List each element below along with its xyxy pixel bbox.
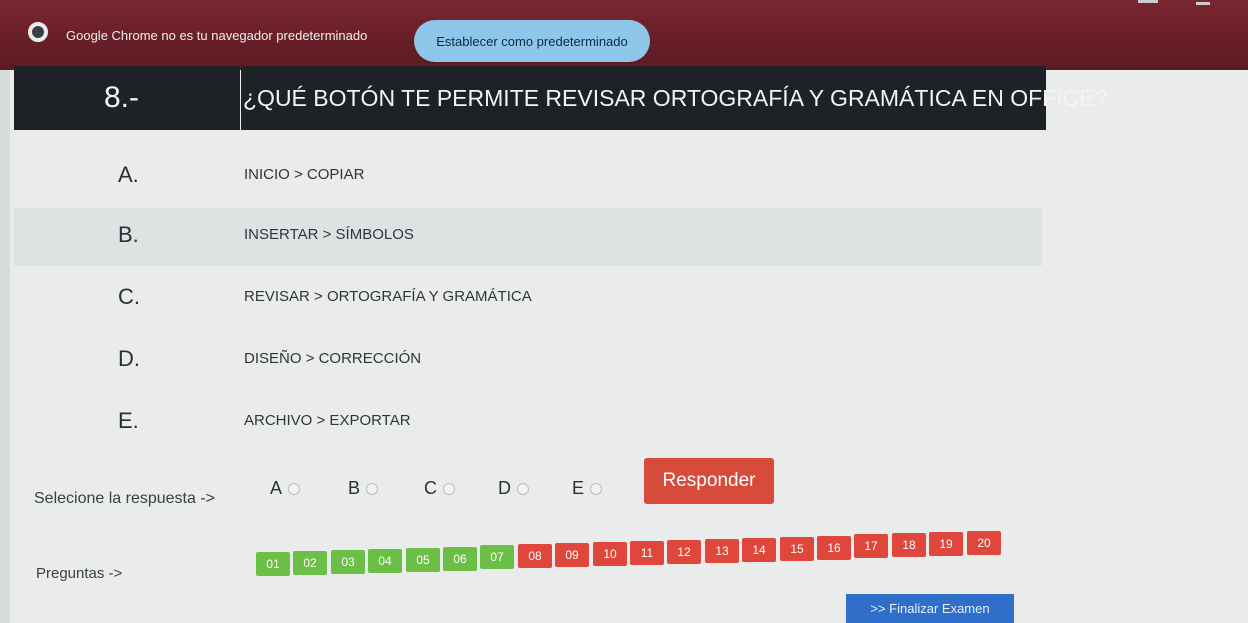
- option-letter: A.: [118, 162, 139, 187]
- answer-choice-c[interactable]: C: [424, 478, 455, 499]
- default-browser-infobar: Google Chrome no es tu navegador predete…: [0, 0, 1248, 70]
- questions-label: Preguntas ->: [36, 565, 123, 582]
- question-nav-03[interactable]: 03: [331, 550, 365, 574]
- question-nav-10[interactable]: 10: [593, 542, 627, 566]
- option-letter: B.: [118, 222, 139, 247]
- set-default-button[interactable]: Establecer como predeterminado: [414, 20, 650, 62]
- question-nav-14[interactable]: 14: [742, 538, 776, 562]
- question-nav-12[interactable]: 12: [667, 540, 701, 564]
- question-nav-19[interactable]: 19: [929, 532, 963, 556]
- question-text: ¿QUÉ BOTÓN TE PERMITE REVISAR ORTOGRAFÍA…: [241, 66, 1107, 130]
- answer-choice-b[interactable]: B: [348, 478, 379, 499]
- radio-icon[interactable]: [443, 482, 455, 495]
- radio-icon[interactable]: [517, 482, 529, 495]
- answer-choice-d[interactable]: D: [498, 478, 529, 499]
- question-nav-11[interactable]: 11: [630, 541, 664, 565]
- radio-icon[interactable]: [366, 482, 379, 495]
- minimize-icon[interactable]: [1138, 0, 1158, 3]
- option-text: ARCHIVO > EXPORTAR: [244, 412, 411, 429]
- infobar-message: Google Chrome no es tu navegador predete…: [66, 28, 368, 43]
- answer-choice-a[interactable]: A: [270, 478, 301, 499]
- choice-letter: E: [572, 478, 585, 498]
- option-b: B. INSERTAR > SÍMBOLOS: [14, 208, 1042, 266]
- question-nav-07[interactable]: 07: [480, 545, 514, 569]
- respond-button[interactable]: Responder: [644, 458, 774, 504]
- finish-exam-button[interactable]: >> Finalizar Examen: [846, 594, 1014, 623]
- option-e: E. ARCHIVO > EXPORTAR: [14, 394, 1042, 452]
- option-a: A. INICIO > COPIAR: [14, 148, 1042, 206]
- option-letter: E.: [118, 408, 139, 433]
- question-number: 8.-: [14, 66, 240, 130]
- question-nav-02[interactable]: 02: [293, 551, 327, 575]
- radio-icon[interactable]: [288, 482, 301, 495]
- option-c: C. REVISAR > ORTOGRAFÍA Y GRAMÁTICA: [14, 270, 1042, 328]
- choice-letter: B: [348, 478, 361, 498]
- choice-letter: D: [498, 478, 511, 498]
- option-letter: C.: [118, 284, 140, 309]
- question-nav-13[interactable]: 13: [705, 539, 739, 563]
- choice-letter: C: [424, 478, 437, 498]
- question-nav-18[interactable]: 18: [892, 533, 926, 557]
- question-nav-05[interactable]: 05: [406, 548, 440, 572]
- option-text: DISEÑO > CORRECCIÓN: [244, 350, 422, 367]
- option-text: REVISAR > ORTOGRAFÍA Y GRAMÁTICA: [244, 288, 532, 305]
- maximize-icon[interactable]: [1196, 2, 1210, 5]
- select-answer-label: Selecione la respuesta ->: [34, 490, 215, 507]
- choice-letter: A: [270, 478, 283, 498]
- question-nav-04[interactable]: 04: [368, 549, 402, 573]
- option-d: D. DISEÑO > CORRECCIÓN: [14, 332, 1042, 390]
- radio-icon[interactable]: [590, 482, 603, 495]
- option-text: INICIO > COPIAR: [244, 166, 365, 183]
- chrome-icon: [28, 22, 48, 42]
- question-nav-20[interactable]: 20: [967, 531, 1001, 555]
- question-nav-06[interactable]: 06: [443, 547, 477, 571]
- option-letter: D.: [118, 346, 140, 371]
- question-nav-08[interactable]: 08: [518, 544, 552, 568]
- question-nav-09[interactable]: 09: [555, 543, 589, 567]
- question-nav-01[interactable]: 01: [256, 552, 290, 576]
- answer-choice-e[interactable]: E: [572, 478, 603, 499]
- question-nav-17[interactable]: 17: [854, 534, 888, 558]
- question-nav-16[interactable]: 16: [817, 536, 851, 560]
- question-nav-15[interactable]: 15: [780, 537, 814, 561]
- option-text: INSERTAR > SÍMBOLOS: [244, 226, 414, 243]
